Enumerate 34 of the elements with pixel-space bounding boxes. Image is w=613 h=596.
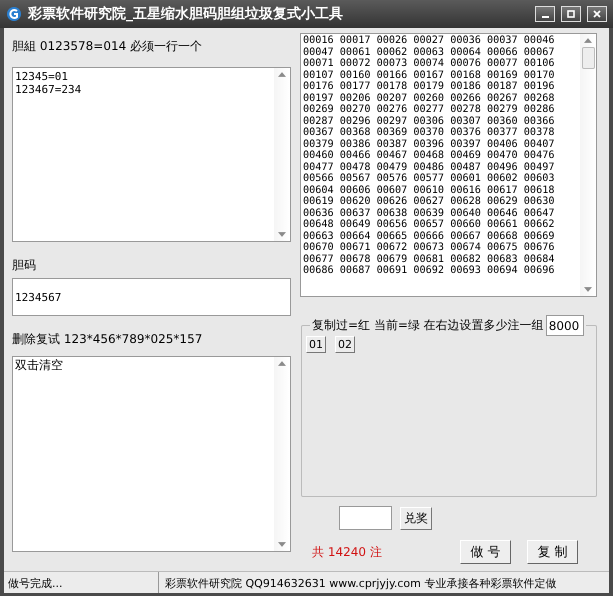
action-button[interactable]: 做 号 [460,540,511,564]
field-label: 胆組 0123578=014 必须一行一个 [12,38,204,54]
minimize-button[interactable] [535,6,555,22]
maximize-icon [566,9,576,19]
text-area[interactable]: 双击清空 [12,356,291,552]
status-text: 彩票软件研究院 QQ914632631 www.cprjyjy.com 专业承接各种彩票软件定做 [164,576,558,592]
input-field[interactable] [339,506,392,530]
status-text: 做号完成... [4,572,159,593]
down-arrow-icon[interactable] [278,542,286,547]
group-button[interactable]: 01 [306,336,326,353]
window-title: 彩票软件研究院_五星缩水胆码胆组垃圾复式小工具 [28,5,344,23]
group-label: 复制过=红 当前=绿 在右边设置多少注一组 [312,317,544,334]
maximize-button[interactable] [561,6,581,22]
down-arrow-icon[interactable] [584,287,592,292]
group-button[interactable]: 02 [335,336,355,353]
close-icon [592,9,602,19]
input-field[interactable]: 1234567 [12,278,291,316]
group-size-field[interactable]: 8000 [546,315,584,336]
field-label: 胆码 [12,257,37,273]
up-arrow-icon[interactable] [278,72,286,77]
action-button[interactable]: 复 制 [527,540,578,564]
result-list[interactable]: 00016 00017 00026 00027 00036 00037 00046 00047 00061 00062 00063 00064 00066 00067 00071 00072 00073 00074 00076 00077 00106 00107 00160 00166 00167 00168 00169 00170 00176 00177 00178 00179 00186 00187 00196 00197 00206 00207 00260 00266 00267 00268 00269 00270 00276 00277 00278 00279 00286 00287 00296 00297 00306 00307 00360 00366 00367 00368 00369 00370 00376 00377 00378 00379 00386 00387 00396 00397 00406 00407 00460 00466 00467 00468 00469 00470 00476 00477 00478 00479 00486 00487 00496 00497 00566 00567 00576 00577 00601 00602 00603 00604 00606 00607 00610 00616 00617 00618 00619 00620 00626 00627 00628 00629 00630 00636 00637 00638 00639 00640 00646 00647 00648 00649 00656 00657 00660 00661 00662 00663 00664 00665 00666 00667 00668 00669 00670 00671 00672 00673 00674 00675 00676 00677 00678 00679 00681 00682 00683 00684 00686 00687 00691 00692 00693 00694 00696 [300,33,597,297]
text-area[interactable]: 12345=01 123467=234 [12,67,291,242]
total-count: 共 14240 注 [311,544,383,560]
minimize-icon [542,16,548,18]
logo-icon [6,6,22,22]
scrollbar[interactable] [580,34,596,296]
down-arrow-icon[interactable] [278,232,286,237]
up-arrow-icon[interactable] [584,38,592,43]
up-arrow-icon[interactable] [278,361,286,366]
close-button[interactable] [587,6,607,22]
scrollbar-thumb[interactable] [582,47,594,69]
redeem-button[interactable]: 兑奖 [400,506,432,530]
field-label: 删除复试 123*456*789*025*157 [12,331,204,347]
